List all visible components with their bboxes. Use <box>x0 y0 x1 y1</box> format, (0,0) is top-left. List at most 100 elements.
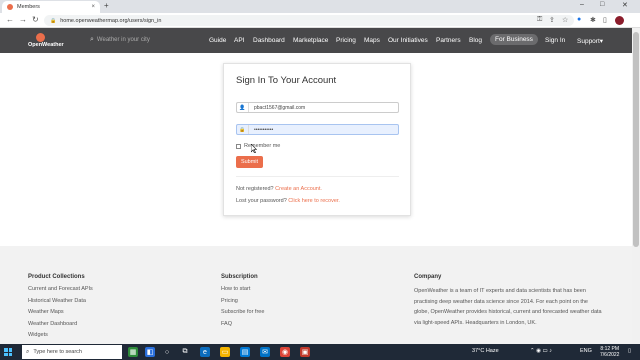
tray-icons[interactable]: ⌃ ◉ ▭ ♪ <box>530 348 552 354</box>
windows-taskbar: ⌕ Type here to search ▦ ◧ ○ ⧉ e ▭ ▤ ✉ ◉ … <box>0 344 640 360</box>
sign-in-card: Sign In To Your Account 👤 pbact1567@gmai… <box>223 63 411 216</box>
profile-avatar[interactable] <box>615 16 624 25</box>
nav-for-business-button[interactable]: For Business <box>490 34 538 45</box>
footer-product-title: Product Collections <box>28 274 85 280</box>
notification-icon[interactable]: ▯ <box>628 348 631 354</box>
footer-link[interactable]: How to start <box>221 286 264 292</box>
reload-button[interactable]: ↻ <box>32 15 39 24</box>
file-explorer-icon[interactable]: ▭ <box>220 347 230 357</box>
browser-tab[interactable]: Members × <box>2 1 100 13</box>
footer-company-title: Company <box>414 274 442 280</box>
logo-text: OpenWeather <box>28 42 64 48</box>
clock-date: 7/6/2022 <box>600 352 620 358</box>
extension-icon[interactable]: ● <box>577 16 581 23</box>
nav-dashboard[interactable]: Dashboard <box>253 37 285 44</box>
footer-link[interactable]: FAQ <box>221 321 264 327</box>
nav-support-dropdown[interactable]: Support▾ <box>577 37 603 45</box>
app-icon[interactable]: ◧ <box>145 347 155 357</box>
nav-pricing[interactable]: Pricing <box>336 37 356 44</box>
city-search-input[interactable]: ⌕ Weather in your city <box>90 36 150 44</box>
recorder-icon[interactable]: ▣ <box>300 347 310 357</box>
openweather-favicon-icon <box>7 4 13 10</box>
recover-link[interactable]: Click here to recover. <box>288 198 340 204</box>
mouse-cursor-icon <box>251 144 257 153</box>
weather-status[interactable]: 37°C Haze <box>472 348 499 354</box>
openweather-logo[interactable]: OpenWeather <box>28 33 70 49</box>
forward-button[interactable]: → <box>19 15 27 24</box>
footer-company-column: Company OpenWeather is a team of IT expe… <box>414 274 604 329</box>
recover-line: Lost your password? Click here to recove… <box>236 198 340 204</box>
footer-link[interactable]: Widgets <box>28 332 93 338</box>
site-header: OpenWeather ⌕ Weather in your city Guide… <box>0 28 632 53</box>
nav-marketplace[interactable]: Marketplace <box>293 37 328 44</box>
minimize-button[interactable]: – <box>580 1 584 8</box>
new-tab-button[interactable]: + <box>104 1 109 10</box>
page-scrollbar[interactable] <box>632 28 640 344</box>
tab-close-icon[interactable]: × <box>91 4 95 10</box>
tab-title: Members <box>17 4 40 10</box>
lock-icon: 🔒 <box>50 17 57 24</box>
register-line: Not registered? Create an Account. <box>236 186 322 192</box>
chrome-icon[interactable]: ◉ <box>280 347 290 357</box>
mail-icon[interactable]: ✉ <box>260 347 270 357</box>
remember-me-label: Remember me <box>244 143 281 149</box>
footer-product-column: Product Collections Current and Forecast… <box>28 274 93 344</box>
share-icon[interactable]: ⇪ <box>549 16 555 24</box>
url-text: home.openweathermap.org/users/sign_in <box>60 17 162 24</box>
city-search-placeholder: Weather in your city <box>96 37 150 43</box>
footer-link[interactable]: Current and Forecast APIs <box>28 286 93 292</box>
window-close-button[interactable]: ✕ <box>622 1 628 9</box>
create-account-link[interactable]: Create an Account. <box>275 186 322 192</box>
language-indicator[interactable]: ENG <box>580 348 592 354</box>
nav-maps[interactable]: Maps <box>364 37 380 44</box>
sidebar-icon[interactable]: ▯ <box>603 16 607 24</box>
url-input[interactable]: 🔒 home.openweathermap.org/users/sign_in <box>44 15 574 26</box>
footer-subscription-column: Subscription How to start Pricing Subscr… <box>221 274 264 332</box>
nav-api[interactable]: API <box>234 37 244 44</box>
taskbar-clock[interactable]: 8:12 PM 7/6/2022 <box>600 346 619 358</box>
footer-company-text: OpenWeather is a team of IT experts and … <box>414 288 602 327</box>
key-icon[interactable]: ⚿ <box>537 16 542 24</box>
search-icon: ⌕ <box>26 348 30 355</box>
logo-circle-icon <box>36 33 45 42</box>
site-footer: Product Collections Current and Forecast… <box>0 246 632 344</box>
nav-guide[interactable]: Guide <box>209 37 226 44</box>
user-icon: 👤 <box>237 103 249 112</box>
task-view-icon[interactable]: ⧉ <box>180 347 190 357</box>
nav-partners[interactable]: Partners <box>436 37 461 44</box>
password-value: ••••••••••• <box>254 126 274 133</box>
footer-link[interactable]: Subscribe for free <box>221 309 264 315</box>
sign-in-title: Sign In To Your Account <box>236 75 337 86</box>
footer-link[interactable]: Pricing <box>221 298 264 304</box>
taskbar-search-input[interactable]: ⌕ Type here to search <box>22 345 122 359</box>
footer-link[interactable]: Weather Maps <box>28 309 93 315</box>
nav-blog[interactable]: Blog <box>469 37 482 44</box>
nav-sign-in[interactable]: Sign In <box>545 37 565 44</box>
edge-icon[interactable]: e <box>200 347 210 357</box>
footer-link[interactable]: Weather Dashboard <box>28 321 93 327</box>
scrollbar-thumb[interactable] <box>633 32 639 247</box>
taskbar-search-placeholder: Type here to search <box>33 349 82 355</box>
maximize-button[interactable]: □ <box>600 1 604 8</box>
bookmark-star-icon[interactable]: ☆ <box>562 16 568 24</box>
game-icon[interactable]: ▦ <box>128 347 138 357</box>
email-field[interactable]: 👤 pbact1567@gmail.com <box>236 102 399 113</box>
lock-icon: 🔒 <box>237 125 249 134</box>
browser-tab-strip: Members × + – □ ✕ <box>0 0 640 13</box>
footer-link[interactable]: Historical Weather Data <box>28 298 93 304</box>
nav-our-initiatives[interactable]: Our Initiatives <box>388 37 428 44</box>
store-icon[interactable]: ▤ <box>240 347 250 357</box>
back-button[interactable]: ← <box>6 15 14 24</box>
remember-me-checkbox[interactable] <box>236 143 241 149</box>
lost-password-text: Lost your password? <box>236 198 287 204</box>
not-registered-text: Not registered? <box>236 186 274 192</box>
email-value: pbact1567@gmail.com <box>254 104 306 111</box>
remember-me-row[interactable]: Remember me <box>236 143 280 149</box>
address-bar-row: ← → ↻ 🔒 home.openweathermap.org/users/si… <box>0 13 640 28</box>
puzzle-icon[interactable]: ✱ <box>590 16 596 24</box>
windows-start-icon[interactable] <box>4 348 12 356</box>
password-field[interactable]: 🔒 ••••••••••• <box>236 124 399 135</box>
footer-subscription-title: Subscription <box>221 274 258 280</box>
submit-button[interactable]: Submit <box>236 156 263 168</box>
cortana-icon[interactable]: ○ <box>162 347 172 357</box>
